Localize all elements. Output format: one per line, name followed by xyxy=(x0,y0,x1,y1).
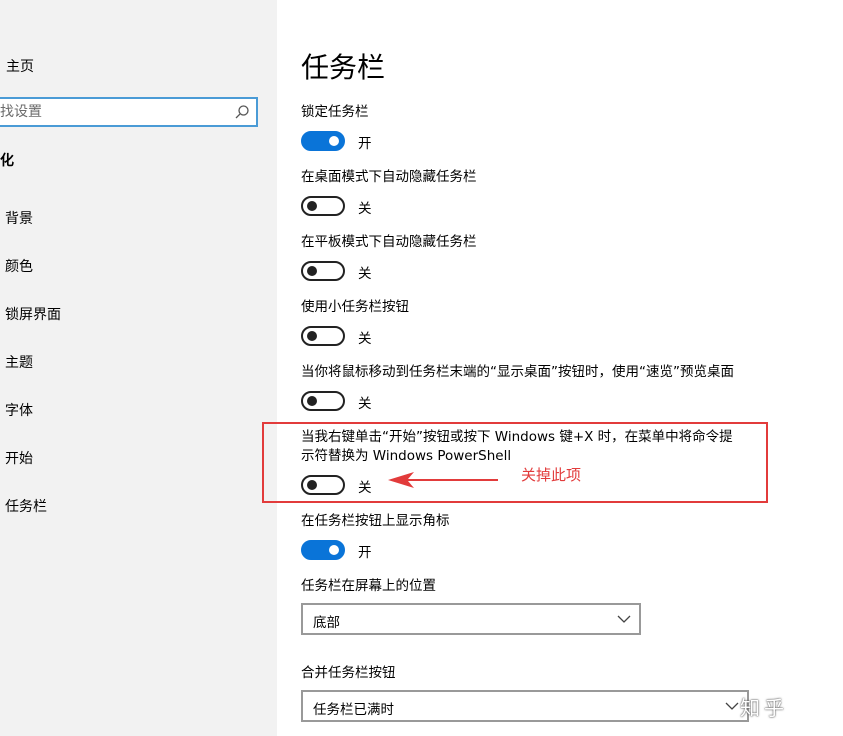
setting-label-peek: 当你将鼠标移动到任务栏末端的“显示桌面”按钮时，使用“速览”预览桌面 xyxy=(301,364,734,380)
annotation-text: 关掉此项 xyxy=(521,466,582,484)
setting-label-badges: 在任务栏按钮上显示角标 xyxy=(301,513,450,529)
toggle-knob xyxy=(307,396,317,406)
setting-label-autohide-desktop: 在桌面模式下自动隐藏任务栏 xyxy=(301,169,477,185)
toggle-knob xyxy=(307,201,317,211)
search-input[interactable] xyxy=(0,99,225,125)
setting-label-autohide-tablet: 在平板模式下自动隐藏任务栏 xyxy=(301,234,477,250)
combine-buttons-dropdown[interactable]: 任务栏已满时 xyxy=(301,690,749,722)
sidebar-home-link[interactable]: 主页 xyxy=(6,56,34,76)
toggle-knob xyxy=(329,545,339,555)
sidebar-item-lockscreen[interactable]: 锁屏界面 xyxy=(5,304,61,324)
toggle-state-text: 开 xyxy=(358,545,372,561)
toggle-state-text: 关 xyxy=(358,266,372,282)
toggle-badges[interactable] xyxy=(301,540,345,560)
toggle-lock-taskbar[interactable] xyxy=(301,131,345,151)
sidebar-item-themes[interactable]: 主题 xyxy=(5,352,33,372)
toggle-knob xyxy=(307,331,317,341)
toggle-state-text: 关 xyxy=(358,331,372,347)
dropdown-selected-value: 任务栏已满时 xyxy=(313,702,394,718)
sidebar-item-fonts[interactable]: 字体 xyxy=(5,400,33,420)
search-box[interactable] xyxy=(0,97,258,127)
setting-label-taskbar-position: 任务栏在屏幕上的位置 xyxy=(301,578,436,594)
sidebar: 主页 化 背景 颜色 锁屏界面 主题 字体 开始 任务栏 xyxy=(0,0,277,736)
search-icon[interactable] xyxy=(234,104,250,120)
toggle-state-text: 关 xyxy=(358,201,372,217)
setting-label-lock-taskbar: 锁定任务栏 xyxy=(301,104,369,120)
watermark: 知乎 xyxy=(740,696,788,720)
main-panel: 任务栏 锁定任务栏 开 在桌面模式下自动隐藏任务栏 关 在平板模式下自动隐藏任务… xyxy=(277,0,843,736)
toggle-knob xyxy=(307,266,317,276)
sidebar-item-start[interactable]: 开始 xyxy=(5,448,33,468)
dropdown-selected-value: 底部 xyxy=(313,615,340,631)
sidebar-item-background[interactable]: 背景 xyxy=(5,208,33,228)
taskbar-position-dropdown[interactable]: 底部 xyxy=(301,603,641,635)
toggle-state-text: 开 xyxy=(358,136,372,152)
toggle-autohide-tablet[interactable] xyxy=(301,261,345,281)
setting-label-small-buttons: 使用小任务栏按钮 xyxy=(301,299,409,315)
toggle-knob xyxy=(329,136,339,146)
toggle-small-buttons[interactable] xyxy=(301,326,345,346)
sidebar-item-taskbar[interactable]: 任务栏 xyxy=(5,496,47,516)
page-title: 任务栏 xyxy=(301,51,386,84)
annotation-arrow-icon xyxy=(388,472,498,488)
setting-label-combine-buttons: 合并任务栏按钮 xyxy=(301,665,396,681)
chevron-down-icon xyxy=(617,615,631,623)
highlight-box xyxy=(262,422,768,503)
toggle-peek[interactable] xyxy=(301,391,345,411)
toggle-autohide-desktop[interactable] xyxy=(301,196,345,216)
sidebar-item-colors[interactable]: 颜色 xyxy=(5,256,33,276)
chevron-down-icon xyxy=(725,702,739,710)
toggle-state-text: 关 xyxy=(358,396,372,412)
sidebar-section-title: 化 xyxy=(0,153,14,169)
